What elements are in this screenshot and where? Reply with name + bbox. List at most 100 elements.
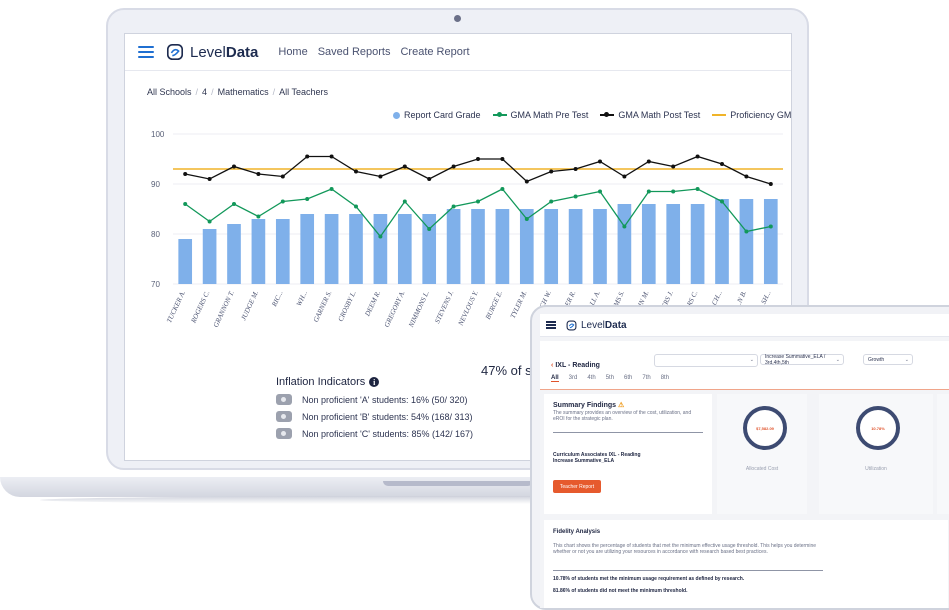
inflation-title: Inflation Indicators i xyxy=(276,376,473,388)
metric-select[interactable]: Growth ⌄ xyxy=(863,354,913,365)
menu-icon[interactable] xyxy=(138,46,154,58)
x-tick-label: JUDGE M. xyxy=(239,289,260,322)
post-test-point xyxy=(329,154,334,159)
eye-icon[interactable] xyxy=(276,428,292,439)
grade-tabs: All 3rd 4th 5th 6th 7th 8th xyxy=(551,375,669,382)
leveldata-logo-icon xyxy=(166,43,184,61)
y-tick-label: 70 xyxy=(151,280,160,289)
pre-test-point xyxy=(744,229,749,234)
inflation-text: Non proficient 'A' students: 16% (50/ 32… xyxy=(302,394,468,405)
tab-all[interactable]: All xyxy=(551,375,559,382)
x-tick-label: GARNER S. xyxy=(312,289,334,323)
legend-report-card[interactable]: Report Card Grade xyxy=(393,110,481,120)
x-tick-label: TYLER M. xyxy=(509,289,529,319)
pre-test-point xyxy=(622,224,627,229)
pre-test-point xyxy=(232,202,236,206)
eye-icon[interactable] xyxy=(276,411,292,422)
legend-line-icon xyxy=(492,112,507,117)
chart-legend: Report Card Grade GMA Math Pre Test GMA … xyxy=(393,110,792,120)
pre-test-point xyxy=(451,204,456,209)
tab-7th[interactable]: 7th xyxy=(642,375,650,382)
info-icon[interactable]: i xyxy=(369,377,380,387)
legend-proficiency[interactable]: Proficiency GMA Math xyxy=(712,110,792,120)
bar xyxy=(227,224,241,284)
bar xyxy=(617,204,632,284)
post-test-point xyxy=(354,169,358,174)
inflation-text: Non proficient 'C' students: 85% (142/ 1… xyxy=(302,428,474,439)
tab-5th[interactable]: 5th xyxy=(606,375,614,382)
post-test-point xyxy=(768,182,773,186)
pre-test-point xyxy=(183,202,188,206)
x-tick-label: TUCKER A. xyxy=(165,289,187,324)
bar xyxy=(300,214,315,284)
nav-home[interactable]: Home xyxy=(278,46,307,58)
post-test-point xyxy=(549,169,554,174)
tablet-header: ‹ IXL - Reading ⌄ Increase Summative_ELA … xyxy=(540,341,949,390)
bar xyxy=(324,214,339,284)
tab-4th[interactable]: 4th xyxy=(587,375,595,382)
breadcrumb: All Schools/ 4/ Mathematics / All Teacher… xyxy=(147,87,328,97)
eye-icon[interactable] xyxy=(276,394,292,405)
back-chevron-icon[interactable]: ‹ xyxy=(551,362,553,369)
tab-3rd[interactable]: 3rd xyxy=(569,375,578,382)
utilization-card: 10.78% Utilization xyxy=(819,394,933,514)
teacher-report-button[interactable]: Teacher Report xyxy=(553,480,601,493)
program-info: Curriculum Associates IXL - Reading Incre… xyxy=(553,452,641,464)
x-tick-label: WH... xyxy=(295,289,309,307)
pre-test-point xyxy=(573,194,578,199)
logo-wordmark[interactable]: LevelData xyxy=(190,44,258,61)
program-select[interactable]: ⌄ xyxy=(654,354,758,367)
nav-saved-reports[interactable]: Saved Reports xyxy=(318,46,391,58)
post-test-point xyxy=(744,174,749,179)
bar xyxy=(349,214,363,284)
crumb-separator: / xyxy=(272,87,276,97)
post-test-point xyxy=(598,159,602,164)
bar xyxy=(446,209,461,284)
pre-test-point xyxy=(378,234,383,239)
legend-label: Proficiency GMA Math xyxy=(730,110,792,120)
crumb-schools[interactable]: All Schools xyxy=(147,87,192,97)
top-navbar: LevelData Home Saved Reports Create Repo… xyxy=(125,34,791,71)
inflation-indicators: Inflation Indicators i Non proficient 'A'… xyxy=(276,376,473,439)
post-test-point xyxy=(671,164,676,169)
pre-test-point xyxy=(207,219,212,224)
pre-test-point xyxy=(720,199,724,204)
utilization-ring: 10.78% xyxy=(856,406,900,450)
legend-pre-test[interactable]: GMA Math Pre Test xyxy=(492,110,588,120)
goal-select-value: Increase Summative_ELA / 3rd,4th,5th xyxy=(765,353,826,366)
inflation-row-a: Non proficient 'A' students: 16% (50/ 32… xyxy=(276,394,473,405)
fidelity-card: Fidelity Analysis This chart shows the p… xyxy=(544,520,948,608)
legend-line-icon xyxy=(600,112,615,117)
goal-select[interactable]: Increase Summative_ELA / 3rd,4th,5th ⌄ xyxy=(760,353,844,366)
nav-create-report[interactable]: Create Report xyxy=(400,46,469,58)
post-test-point xyxy=(451,164,456,169)
pre-test-point xyxy=(354,204,358,209)
crumb-subject[interactable]: Mathematics xyxy=(218,87,269,97)
fidelity-divider xyxy=(553,570,823,571)
bar xyxy=(739,199,754,284)
post-test-point xyxy=(402,164,407,169)
pre-test-point xyxy=(549,199,554,204)
post-test-point xyxy=(573,167,578,171)
x-tick-label: ROGERS C. xyxy=(189,289,211,325)
y-tick-label: 80 xyxy=(151,230,160,239)
inflation-row-c: Non proficient 'C' students: 85% (142/ 1… xyxy=(276,428,473,439)
chevron-down-icon: ⌄ xyxy=(749,357,754,363)
tablet-logo[interactable]: LevelData xyxy=(566,320,627,331)
legend-line-icon xyxy=(712,114,727,116)
tab-8th[interactable]: 8th xyxy=(661,375,669,382)
fidelity-description: This chart shows the percentage of stude… xyxy=(553,543,817,555)
menu-icon[interactable] xyxy=(546,321,556,329)
tab-6th[interactable]: 6th xyxy=(624,375,632,382)
legend-post-test[interactable]: GMA Math Post Test xyxy=(600,110,700,120)
bar xyxy=(544,209,559,284)
fidelity-stat-met: 10.78% of students met the minimum usage… xyxy=(553,576,745,582)
allocated-cost-label: Allocated Cost xyxy=(745,466,779,472)
bar xyxy=(373,214,388,284)
crumb-grade[interactable]: 4 xyxy=(202,87,207,97)
tablet-body: ‹ IXL - Reading ⌄ Increase Summative_ELA … xyxy=(540,337,949,608)
crumb-teachers[interactable]: All Teachers xyxy=(279,87,328,97)
chevron-down-icon: ⌄ xyxy=(835,356,840,363)
post-test-point xyxy=(207,177,212,181)
main-nav: Home Saved Reports Create Report xyxy=(278,46,469,58)
